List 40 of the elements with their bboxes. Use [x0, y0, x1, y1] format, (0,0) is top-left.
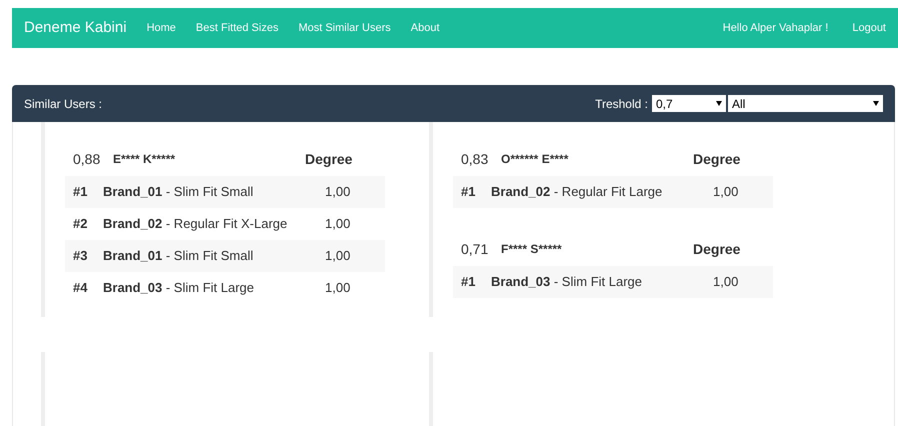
product-name: Brand_01 - Slim Fit Small: [103, 183, 254, 202]
filter-select[interactable]: All: [728, 95, 883, 112]
nav-link[interactable]: About: [410, 20, 440, 36]
degree-value: 1,00: [324, 279, 352, 298]
caret-icon: [716, 101, 722, 106]
threshold-label: Treshold :: [595, 96, 648, 112]
caret-icon: [873, 101, 879, 106]
rank-number: #2: [73, 215, 88, 234]
similarity-score: 0,71: [461, 240, 490, 258]
nav-link[interactable]: Best Fitted Sizes: [196, 20, 278, 36]
threshold-select[interactable]: 0,7: [652, 95, 726, 112]
rank-number: #1: [73, 183, 88, 202]
nav-link[interactable]: Most Similar Users: [298, 20, 391, 36]
degree-value: 1,00: [712, 273, 740, 292]
user-name: E**** K*****: [113, 151, 176, 168]
degree-value: 1,00: [324, 247, 352, 266]
panel-title: Similar Users :: [24, 96, 104, 112]
product-name: Brand_03 - Slim Fit Large: [103, 279, 255, 298]
greeting-text: Hello Alper Vahaplar !: [722, 20, 828, 36]
rank-number: #1: [461, 273, 476, 292]
degree-value: 1,00: [324, 183, 352, 202]
product-name: Brand_02 - Regular Fit Large: [491, 183, 664, 202]
nav-link[interactable]: Home: [146, 20, 176, 36]
similarity-score: 0,83: [461, 150, 490, 168]
rank-number: #1: [461, 183, 476, 202]
degree-value: 1,00: [712, 183, 740, 202]
degree-header: Degree: [305, 150, 354, 169]
degree-header: Degree: [693, 150, 742, 169]
degree-value: 1,00: [324, 215, 352, 234]
similarity-score: 0,88: [73, 150, 102, 168]
brand-link[interactable]: Deneme Kabini: [24, 16, 127, 40]
logout-link[interactable]: Logout: [852, 20, 886, 36]
product-name: Brand_02 - Regular Fit X-Large: [103, 215, 288, 234]
user-name: O****** E****: [501, 151, 570, 168]
user-name: F**** S*****: [501, 241, 563, 258]
product-name: Brand_01 - Slim Fit Small: [103, 247, 254, 266]
product-name: Brand_03 - Slim Fit Large: [491, 273, 643, 292]
rank-number: #3: [73, 247, 88, 266]
degree-header: Degree: [693, 240, 742, 259]
rank-number: #4: [73, 279, 88, 298]
